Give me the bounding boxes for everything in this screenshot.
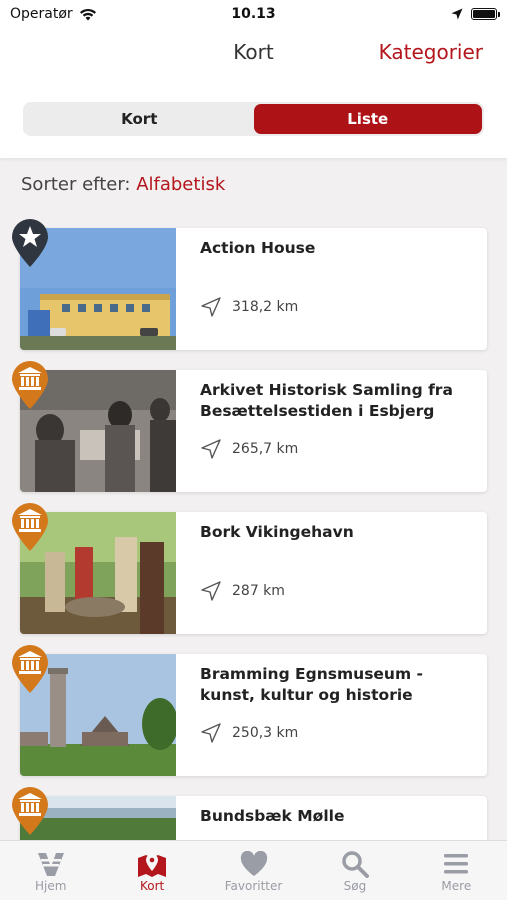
distance: 287 km xyxy=(200,580,285,602)
sort-row[interactable]: Sorter efter: Alfabetisk xyxy=(21,174,225,195)
museum-icon xyxy=(12,503,48,551)
star-icon xyxy=(12,219,48,267)
map-pin-icon xyxy=(138,854,167,877)
place-title: Bundsbæk Mølle xyxy=(200,807,345,825)
sort-value[interactable]: Alfabetisk xyxy=(136,174,225,195)
tab-map[interactable]: Kort xyxy=(101,841,202,900)
tab-favorites[interactable]: Favoritter xyxy=(203,841,304,900)
status-bar: Operatør 10.13 xyxy=(0,0,507,28)
navigation-arrow-icon xyxy=(201,297,221,317)
distance-value: 287 km xyxy=(232,583,285,599)
tab-search[interactable]: Søg xyxy=(304,841,405,900)
heart-icon xyxy=(240,851,267,876)
navigation-arrow-icon xyxy=(201,439,221,459)
list-item[interactable]: Action House 318,2 km xyxy=(20,228,487,350)
museum-icon xyxy=(12,361,48,409)
tab-bar: Hjem Kort Favoritter Søg Mere xyxy=(0,840,507,900)
distance-value: 250,3 km xyxy=(232,725,299,741)
list-item[interactable]: Bramming Egnsmuseum - kunst, kultur og h… xyxy=(20,654,487,776)
distance: 250,3 km xyxy=(200,722,298,744)
distance: 318,2 km xyxy=(200,296,298,318)
place-title: Bork Vikingehavn xyxy=(200,523,354,541)
place-title: Arkivet Historisk Samling fra Besættelse… xyxy=(200,381,453,420)
menu-icon xyxy=(444,854,469,874)
tab-home[interactable]: Hjem xyxy=(0,841,101,900)
museum-icon xyxy=(12,787,48,835)
tab-label: Kort xyxy=(139,879,165,893)
tab-more[interactable]: Mere xyxy=(406,841,507,900)
museum-icon xyxy=(12,645,48,693)
distance-value: 318,2 km xyxy=(232,299,299,315)
list-item[interactable]: Bork Vikingehavn 287 km xyxy=(20,512,487,634)
navigation-arrow-icon xyxy=(201,581,221,601)
nav-header: Kort Kategorier xyxy=(0,28,507,80)
tab-label: Mere xyxy=(441,879,472,893)
place-title: Action House xyxy=(200,239,316,257)
v-logo-icon xyxy=(37,853,64,876)
status-time: 10.13 xyxy=(231,6,276,22)
view-segmented-control: Kort Liste xyxy=(23,102,484,136)
search-icon xyxy=(342,851,369,878)
distance: 265,7 km xyxy=(200,438,298,460)
navigation-arrow-icon xyxy=(201,723,221,743)
tab-label: Hjem xyxy=(34,879,67,893)
sort-label: Sorter efter: xyxy=(21,174,131,195)
segment-container: Kort Liste xyxy=(0,80,507,158)
categories-button[interactable]: Kategorier xyxy=(379,40,483,64)
place-title: Bramming Egnsmuseum - kunst, kultur og h… xyxy=(200,665,423,704)
list-item[interactable]: Arkivet Historisk Samling fra Besættelse… xyxy=(20,370,487,492)
segment-list[interactable]: Liste xyxy=(253,104,482,134)
tab-label: Favoritter xyxy=(224,879,283,893)
battery-icon xyxy=(471,8,500,20)
segment-map[interactable]: Kort xyxy=(25,104,254,134)
tab-label: Søg xyxy=(343,879,367,893)
distance-value: 265,7 km xyxy=(232,441,299,457)
